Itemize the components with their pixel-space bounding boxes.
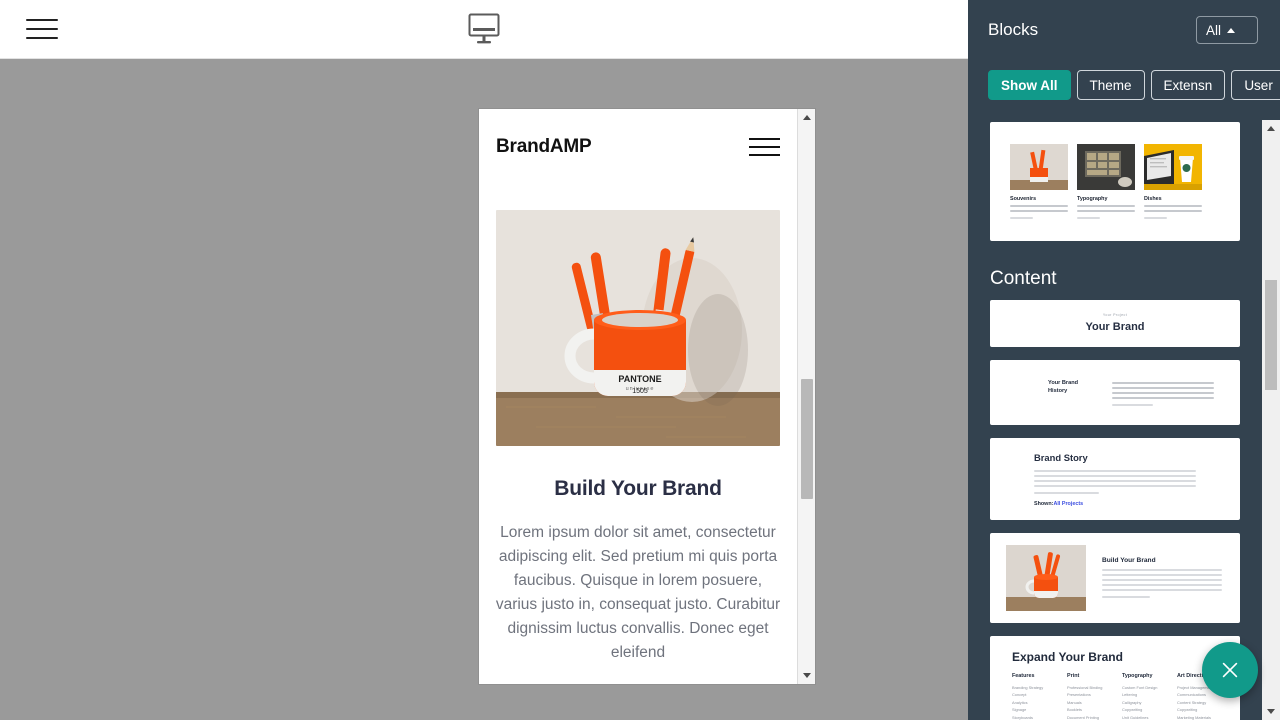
thumb-card-item: Dishes [1144,144,1202,219]
filter-theme-button[interactable]: Theme [1076,70,1145,100]
panel-scrollbar-thumb[interactable] [1265,280,1277,390]
all-filter-label: All [1206,22,1222,38]
editor-canvas: BrandAMP PANTONE universe 1505 Build You… [0,60,968,720]
svg-text:1505: 1505 [632,388,648,395]
thumb-body-lines [1112,379,1214,406]
preview-navbar: BrandAMP [479,109,797,185]
preview-brand-name: BrandAMP [496,136,592,157]
main-menu-icon[interactable] [26,16,58,42]
block-thumb-your-brand[interactable]: Your Project Your Brand [990,300,1240,347]
thumb-link-prefix: Shown: [1034,501,1054,507]
preview-body-text: Lorem ipsum dolor sit amet, consectetur … [495,524,781,661]
thumb-title: Expand Your Brand [1012,650,1123,664]
filter-extension-button[interactable]: Extensn [1150,70,1226,100]
thumb-column-items: Branding Strategy Concept Analytics Signage… [1012,685,1044,720]
thumb-card-title: Dishes [1144,196,1162,202]
thumb-title: Build Your Brand [1102,557,1156,564]
thumb-image-souvenirs [1010,144,1068,190]
thumb-column-items: Professional Binding Presentations Manuals… [1067,685,1103,720]
thumb-column: Typography Custom Font Design Lettering Ca… [1122,673,1163,720]
thumb-column-header: Features [1012,673,1035,679]
preview-hamburger-icon[interactable] [749,138,780,156]
thumb-card-item: Typography [1077,144,1135,219]
block-filter-chips: Show All Theme Extensn User [968,60,1280,110]
caret-up-icon [1227,27,1236,33]
thumb-link: Shown:All Projects [1034,501,1196,507]
close-x-icon [1222,662,1238,678]
thumb-image-typography [1077,144,1135,190]
preview-scrollbar[interactable] [797,109,815,684]
preview-heading: Build Your Brand [554,477,722,500]
app-root: BrandAMP PANTONE universe 1505 Build You… [0,0,1280,720]
thumb-image-dishes [1144,144,1202,190]
block-thumb-three-cards[interactable]: Souvenirs Typography Dishes [990,122,1240,241]
section-title-content: Content [990,268,1057,289]
block-thumb-brand-history[interactable]: Your Brand History [990,360,1240,425]
thumb-column: Features Branding Strategy Concept Analyti… [1012,673,1053,720]
block-thumb-build-your-brand[interactable]: Build Your Brand [990,533,1240,623]
site-preview-frame: BrandAMP PANTONE universe 1505 Build You… [479,109,815,684]
panel-scroll-down-icon[interactable] [1262,703,1280,720]
preview-scroll-area: BrandAMP PANTONE universe 1505 Build You… [479,109,797,684]
thumb-card-title: Typography [1077,196,1108,202]
blocks-panel-header: Blocks All [968,0,1280,60]
blocks-panel: Blocks All Show All Theme Extensn User S… [968,0,1280,720]
thumb-link-text: All Projects [1053,501,1084,507]
thumb-column: Print Professional Binding Presentations M… [1067,673,1108,720]
thumb-label: Your Brand History [1048,380,1079,394]
all-filter-dropdown[interactable]: All [1196,16,1258,44]
thumb-card-title: Souvenirs [1010,196,1037,202]
thumb-title: Your Brand [1085,321,1145,333]
thumb-title: Brand Story [1034,452,1088,463]
panel-scroll-up-icon[interactable] [1262,120,1280,137]
close-panel-button[interactable] [1202,642,1258,698]
preview-hero-image: PANTONE universe 1505 [496,210,780,446]
thumb-column-header: Print [1067,673,1080,679]
top-toolbar [0,0,968,59]
thumb-column-header: Typography [1122,673,1153,679]
thumb-column-items: Custom Font Design Lettering Calligraphy Co… [1122,685,1158,720]
preview-scrollbar-thumb[interactable] [801,379,813,499]
thumb-kicker: Your Project [1102,313,1128,317]
filter-user-button[interactable]: User [1231,70,1280,100]
filter-show-all-button[interactable]: Show All [988,70,1071,100]
thumb-image-mug [1006,545,1086,611]
preview-scroll-up-icon[interactable] [798,109,815,126]
blocks-panel-scrollbar[interactable] [1262,120,1280,720]
blocks-panel-title: Blocks [988,20,1039,39]
blocks-list: Souvenirs Typography Dishes Content Your… [968,116,1262,720]
thumb-card-item: Souvenirs [1010,144,1068,219]
thumb-body-lines [1034,470,1196,494]
block-thumb-brand-story[interactable]: Brand Story Shown:All Projects [990,438,1240,520]
preview-scroll-down-icon[interactable] [798,667,815,684]
desktop-monitor-icon[interactable] [466,12,502,46]
svg-text:PANTONE: PANTONE [618,374,661,384]
